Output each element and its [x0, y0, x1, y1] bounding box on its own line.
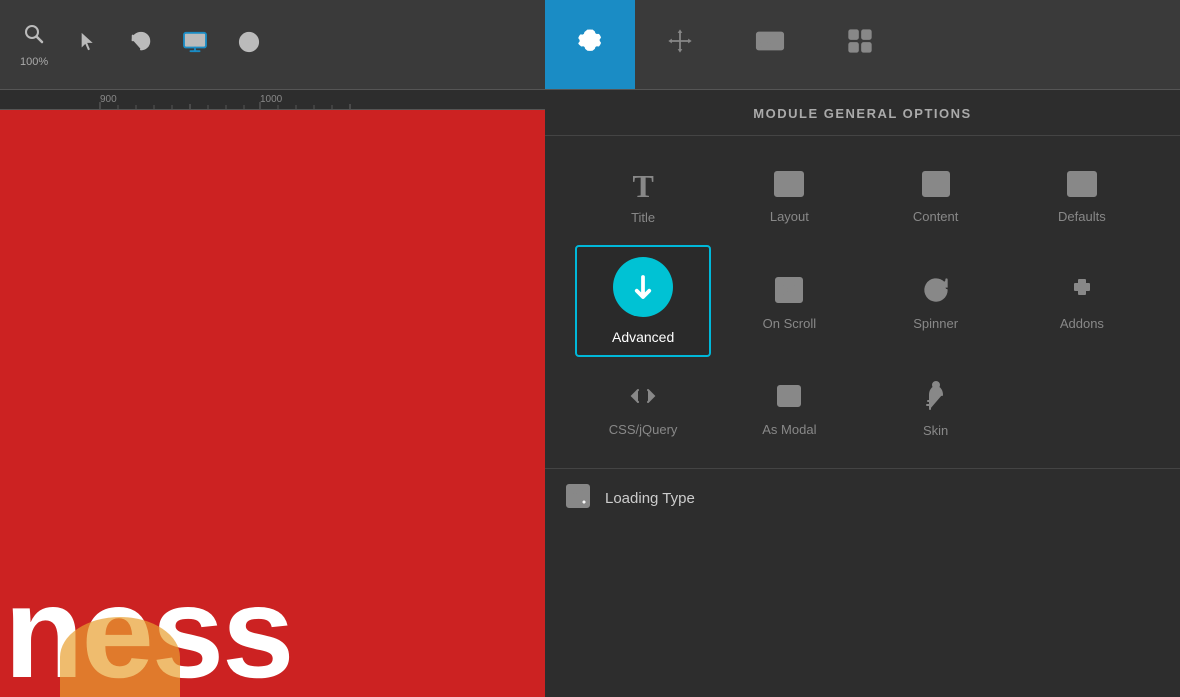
advanced-cyan-circle	[613, 257, 673, 317]
toolbar-right	[545, 0, 1180, 89]
defaults-icon	[1067, 171, 1097, 201]
help-tool[interactable]	[238, 31, 260, 59]
option-addons[interactable]: Addons	[1014, 245, 1150, 357]
tab-media[interactable]	[725, 0, 815, 89]
right-panel: MODULE GENERAL OPTIONS T Title Layout	[545, 90, 1180, 697]
option-title-label: Title	[631, 210, 655, 225]
option-spinner[interactable]: Spinner	[868, 245, 1004, 357]
skin-icon	[922, 381, 950, 415]
main-content: 900 1000	[0, 90, 1180, 697]
option-defaults-label: Defaults	[1058, 209, 1106, 224]
option-addons-label: Addons	[1060, 316, 1104, 331]
ruler-horizontal: 900 1000	[0, 90, 545, 110]
cursor-tool[interactable]	[78, 31, 100, 59]
option-cssjquery[interactable]: CSS/jQuery	[575, 367, 711, 448]
loading-type-icon	[565, 483, 591, 515]
option-layout[interactable]: Layout	[721, 156, 857, 235]
option-spinner-label: Spinner	[913, 316, 958, 331]
addons-icon	[1067, 276, 1097, 308]
monitor-tool[interactable]	[182, 31, 208, 59]
undo-icon	[130, 31, 152, 59]
title-icon: T	[632, 170, 653, 202]
option-defaults[interactable]: Defaults	[1014, 156, 1150, 235]
options-grid: T Title Layout Content	[545, 136, 1180, 468]
tab-move[interactable]	[635, 0, 725, 89]
tab-settings[interactable]	[545, 0, 635, 89]
help-icon	[238, 31, 260, 59]
option-onscroll[interactable]: On Scroll	[721, 245, 857, 357]
option-skin-label: Skin	[923, 423, 948, 438]
monitor-icon	[182, 31, 208, 59]
option-content[interactable]: Content	[868, 156, 1004, 235]
loading-type-label: Loading Type	[605, 490, 695, 507]
media-icon	[755, 28, 785, 61]
option-asmodal[interactable]: As Modal	[721, 367, 857, 448]
canvas-content: iness	[0, 110, 545, 697]
move-icon	[666, 27, 694, 62]
gear-icon	[576, 27, 604, 62]
zoom-label: 100%	[20, 56, 48, 68]
toolbar: 100%	[0, 0, 1180, 90]
undo-tool[interactable]	[130, 31, 152, 59]
canvas-area: 900 1000	[0, 90, 545, 697]
zoom-tool[interactable]: 100%	[20, 22, 48, 68]
tab-layers[interactable]	[815, 0, 905, 89]
panel-bottom[interactable]: Loading Type	[545, 468, 1180, 528]
spinner-icon	[922, 276, 950, 308]
toolbar-left: 100%	[0, 22, 545, 68]
option-content-label: Content	[913, 209, 959, 224]
option-skin[interactable]: Skin	[868, 367, 1004, 448]
cursor-icon	[78, 31, 100, 59]
panel-header: MODULE GENERAL OPTIONS	[545, 90, 1180, 136]
option-cssjquery-label: CSS/jQuery	[609, 422, 678, 437]
option-title[interactable]: T Title	[575, 156, 711, 235]
content-icon	[922, 171, 950, 201]
fruit-decoration	[60, 617, 180, 697]
asmodal-icon	[774, 382, 804, 414]
option-advanced-label: Advanced	[612, 329, 674, 345]
cssjquery-icon	[628, 382, 658, 414]
ruler-ticks	[0, 90, 545, 109]
option-onscroll-label: On Scroll	[763, 316, 816, 331]
layers-icon	[846, 27, 874, 62]
layout-icon	[774, 171, 804, 201]
option-advanced[interactable]: Advanced	[575, 245, 711, 357]
option-layout-label: Layout	[770, 209, 809, 224]
option-asmodal-label: As Modal	[762, 422, 816, 437]
onscroll-icon	[774, 276, 804, 308]
search-icon	[22, 22, 46, 52]
